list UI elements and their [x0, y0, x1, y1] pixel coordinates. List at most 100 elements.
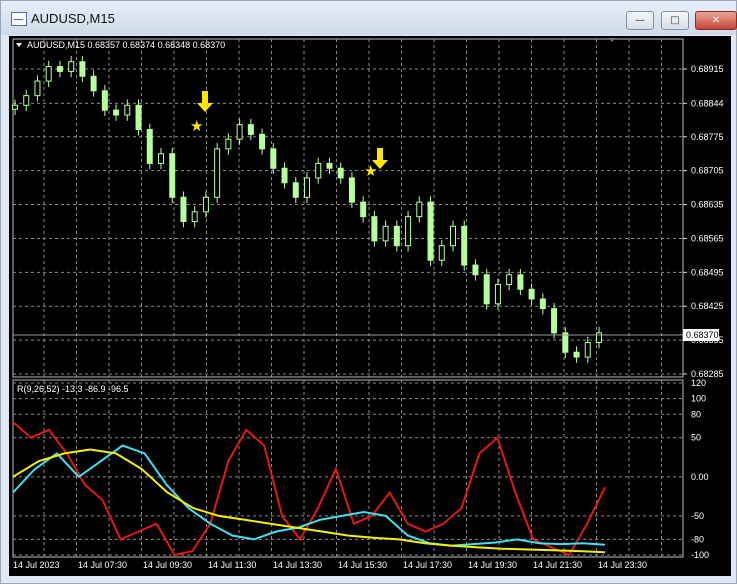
- price-tick-label: 0.68705: [691, 166, 724, 176]
- candle-body: [124, 104, 131, 116]
- indicator-line-1: [12, 421, 606, 557]
- candle-body: [135, 104, 142, 131]
- restore-button[interactable]: □: [661, 11, 689, 30]
- candle-body: [180, 196, 187, 223]
- time-scale: 14 Jul 2023 14 Jul 07:30 14 Jul 09:30 14 Ju…: [13, 560, 647, 570]
- candle-body: [292, 182, 299, 198]
- chart-window-icon: [11, 12, 27, 26]
- candle-body: [337, 167, 344, 179]
- indicator-tick-label: -50: [691, 511, 704, 521]
- title-bar[interactable]: AUDUSD,M15 — □ ✕: [1, 1, 737, 35]
- star-icon: ★: [364, 162, 377, 180]
- indicator-tick-label: 80: [691, 409, 701, 419]
- candle-body: [438, 245, 445, 261]
- chart-menu-icon[interactable]: [16, 43, 22, 47]
- time-tick-label: 14 Jul 2023: [13, 560, 60, 570]
- current-price-label: 0.68370: [686, 330, 719, 340]
- indicator-tick-label: -80: [691, 534, 704, 544]
- candle-body: [517, 274, 524, 290]
- candle-body: [191, 211, 198, 222]
- price-tick-label: 0.68425: [691, 301, 724, 311]
- candle-body: [326, 162, 333, 169]
- time-tick-label: 14 Jul 17:30: [403, 560, 452, 570]
- chart-header: AUDUSD,M15 0.68357 0.68374 0.68348 0.683…: [27, 40, 225, 50]
- chart-shift-marker: [609, 38, 615, 42]
- price-tick-label: 0.68635: [691, 200, 724, 210]
- candle-body: [34, 80, 41, 97]
- time-tick-label: 14 Jul 23:30: [598, 560, 647, 570]
- indicator-line-3: [12, 448, 606, 554]
- price-tick-label: 0.68915: [691, 64, 724, 74]
- candle-body: [113, 109, 120, 116]
- time-tick-label: 14 Jul 19:30: [468, 560, 517, 570]
- signal-marker-2: ★: [364, 148, 388, 180]
- candle-body: [12, 104, 18, 110]
- price-tick-label: 0.68844: [691, 98, 724, 108]
- candle-body: [259, 133, 266, 150]
- candle-body: [101, 90, 108, 111]
- indicator-tick-label: 100: [691, 394, 706, 404]
- window-title: AUDUSD,M15: [31, 11, 115, 26]
- down-arrow-icon: [197, 91, 213, 112]
- candle-body: [506, 274, 513, 285]
- candle-body: [158, 153, 164, 164]
- candle-body: [348, 177, 355, 203]
- candle-body: [539, 298, 546, 310]
- candle-body: [281, 167, 288, 184]
- signal-marker-1: ★: [190, 91, 213, 135]
- candle-body: [382, 225, 389, 242]
- candle-body: [371, 216, 378, 242]
- indicator-tick-label: 120: [691, 378, 706, 388]
- candle-body: [45, 66, 52, 82]
- candle-body: [23, 95, 30, 106]
- price-tick-label: 0.68565: [691, 233, 724, 243]
- indicator-tick-label: 0.00: [691, 472, 709, 482]
- candle-body: [562, 332, 569, 353]
- time-tick-label: 14 Jul 15:30: [338, 560, 387, 570]
- indicator-tick-label: 50: [691, 433, 701, 443]
- indicator-lines: [12, 421, 606, 557]
- candle-body: [450, 225, 456, 247]
- candle-body: [551, 308, 558, 334]
- candle-body: [90, 75, 97, 92]
- indicator-scale: 120 100 80 50 0.00 -50 -80 -100: [691, 378, 709, 560]
- price-tick-label: 0.68775: [691, 132, 724, 142]
- candle-body: [528, 288, 535, 300]
- candle-body: [573, 351, 580, 358]
- indicator-tick-label: -100: [691, 550, 709, 560]
- candle-body: [393, 225, 400, 247]
- candle-body: [483, 274, 490, 305]
- candle-body: [416, 201, 423, 218]
- candle-body: [315, 162, 322, 179]
- candle-body: [596, 332, 602, 344]
- candle-body: [68, 61, 75, 72]
- grid: [13, 39, 683, 557]
- candle-body: [79, 61, 86, 77]
- candle-body: [472, 264, 479, 276]
- indicator-label: R(9,26,52) -13.3 -86.9 -96.5: [17, 384, 129, 394]
- candle-body: [494, 283, 501, 305]
- candle-body: [247, 124, 254, 135]
- price-tick-label: 0.68495: [691, 267, 724, 277]
- price-chart-svg: AUDUSD,M15 0.68357 0.68374 0.68348 0.683…: [12, 38, 724, 570]
- main-plot-border: [12, 38, 684, 378]
- candle-body: [304, 177, 310, 198]
- time-tick-label: 14 Jul 11:30: [208, 560, 256, 570]
- chart-area[interactable]: AUDUSD,M15 0.68357 0.68374 0.68348 0.683…: [9, 36, 731, 576]
- candle-body: [360, 201, 367, 218]
- candle-body: [169, 153, 176, 198]
- candle-body: [202, 196, 209, 213]
- close-button[interactable]: ✕: [695, 11, 737, 30]
- minimize-button[interactable]: —: [626, 11, 654, 30]
- candle-body: [584, 342, 591, 358]
- candle-body: [214, 148, 221, 198]
- candle-body: [270, 148, 277, 169]
- time-tick-label: 14 Jul 07:30: [78, 560, 127, 570]
- time-tick-label: 14 Jul 21:30: [533, 560, 582, 570]
- candle-body: [56, 66, 63, 72]
- time-tick-label: 14 Jul 13:30: [273, 560, 322, 570]
- candle-body: [225, 138, 232, 150]
- chart-window: AUDUSD,M15 — □ ✕ AUDUSD,M15 0.68357 0.68…: [0, 0, 737, 584]
- candle-body: [405, 216, 412, 247]
- star-icon: ★: [190, 117, 203, 135]
